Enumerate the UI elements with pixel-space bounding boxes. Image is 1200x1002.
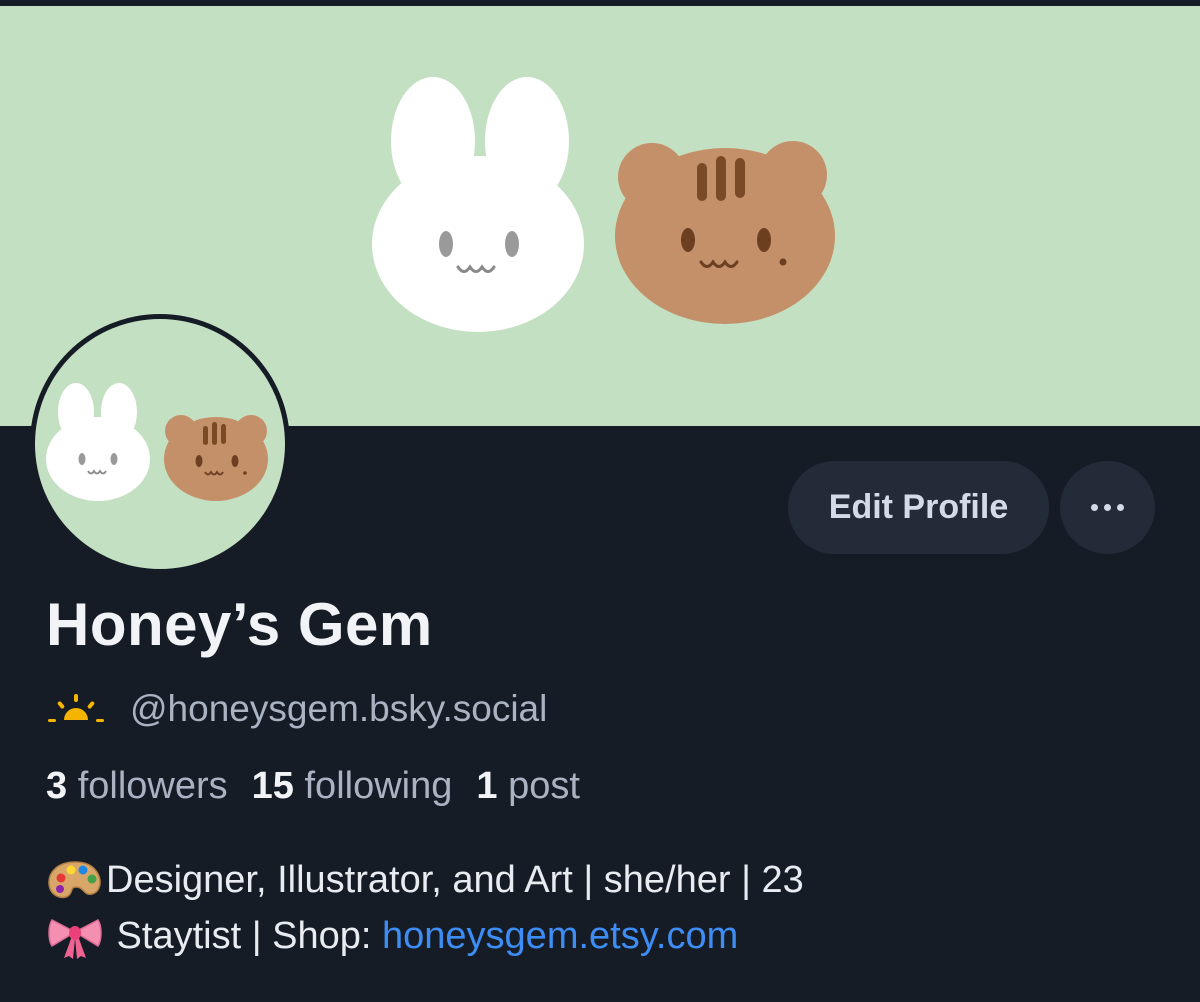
following-count: 15 [251, 765, 294, 807]
bio-text-line-1: Designer, Illustrator, and Art | she/her… [106, 859, 804, 901]
sunrise-icon [48, 694, 104, 722]
display-name: Honey’s Gem [46, 591, 433, 658]
avatar-image [35, 319, 285, 569]
more-options-button[interactable] [1060, 461, 1155, 554]
bio-line-2: Staytist | Shop: honeysgem.etsy.com [46, 908, 804, 964]
more-options-icon-dot [1104, 504, 1111, 511]
squirrel-illustration [615, 141, 835, 324]
avatar[interactable] [30, 314, 290, 574]
shop-link[interactable]: honeysgem.etsy.com [382, 908, 738, 964]
artist-palette-icon [48, 861, 101, 899]
more-options-icon-dot [1117, 504, 1124, 511]
edit-profile-button[interactable]: Edit Profile [788, 461, 1049, 554]
bio-line-1: Designer, Illustrator, and Art | she/her… [46, 852, 804, 908]
bio-text-line-2: Staytist | Shop: [106, 915, 383, 957]
handle[interactable]: @honeysgem.bsky.social [130, 688, 547, 730]
profile-bio: Designer, Illustrator, and Art | she/her… [46, 852, 804, 964]
following-stat[interactable]: 15 following [252, 765, 453, 808]
posts-label: post [508, 765, 580, 807]
followers-count: 3 [46, 765, 68, 807]
bunny-illustration [372, 77, 584, 332]
more-options-icon [1091, 504, 1098, 511]
followers-label: followers [77, 765, 228, 807]
followers-stat[interactable]: 3 followers [46, 765, 228, 808]
following-label: following [304, 765, 453, 807]
posts-count: 1 [476, 765, 498, 807]
posts-stat: 1 post [476, 765, 580, 808]
ribbon-icon [48, 919, 102, 959]
profile-stats: 3 followers 15 following 1 post [46, 765, 580, 808]
handle-row: @honeysgem.bsky.social [48, 684, 547, 734]
